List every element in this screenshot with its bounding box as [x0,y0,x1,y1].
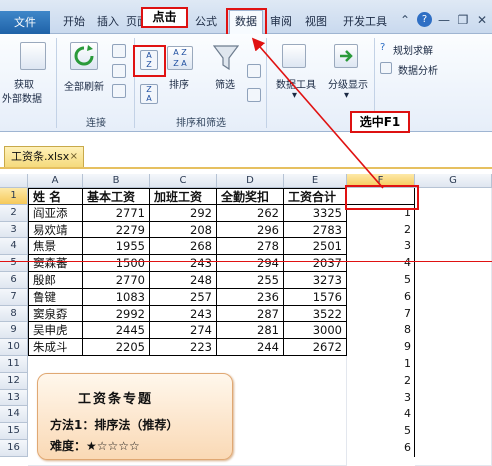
info-box-difficulty: 难度：★☆☆☆☆ [50,439,140,453]
info-box: 工资条专题 方法1：排序法（推荐） 难度：★☆☆☆☆ [37,373,233,460]
info-box-method: 方法1：排序法（推荐） [50,418,179,432]
info-box-title: 工资条专题 [78,392,154,407]
